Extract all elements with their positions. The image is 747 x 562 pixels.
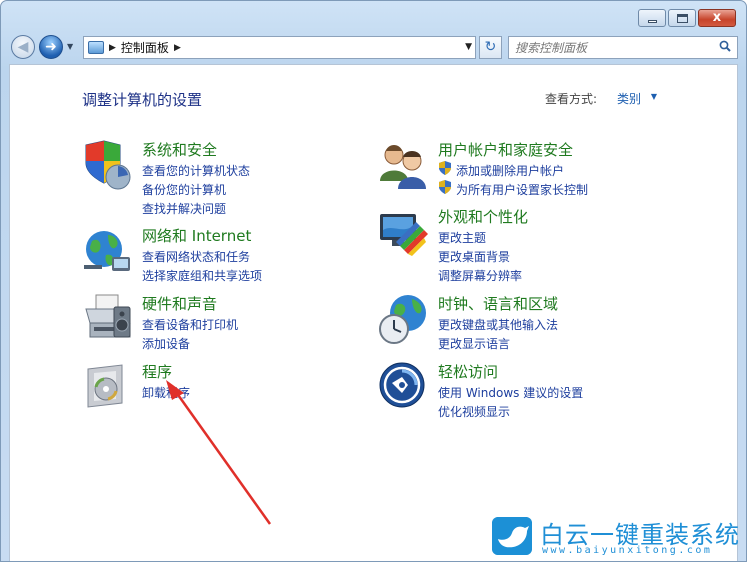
uac-shield-icon [439,161,451,175]
category-ease-of-access: 轻松访问 使用 Windows 建议的设置 优化视频显示 [378,361,678,421]
network-globe-icon[interactable] [82,225,134,277]
uac-shield-icon [439,180,451,194]
programs-icon[interactable] [82,361,134,413]
category-title-user-accounts[interactable]: 用户帐户和家庭安全 [438,139,573,160]
navigation-bar: ◀ ➜ ▼ ▶ 控制面板 ▶ ▼ ↻ [9,33,738,61]
watermark: 白云一键重装系统 www.baiyunxitong.com [492,513,742,559]
control-panel-content: 调整计算机的设置 查看方式: 类别 ▼ 系统和安全 查看您的计算机状态 备份您的… [9,64,738,561]
link-optimize-video-display[interactable]: 优化视频显示 [438,403,510,420]
viewby-label: 查看方式: [544,92,597,106]
caption-buttons: x [638,9,736,27]
link-parental-controls[interactable]: 为所有用户设置家长控制 [456,181,588,198]
category-appearance: 外观和个性化 更改主题 更改桌面背景 调整屏幕分辨率 [378,206,678,283]
link-add-remove-accounts[interactable]: 添加或删除用户帐户 [456,162,564,179]
window-frame: x ◀ ➜ ▼ ▶ 控制面板 ▶ ▼ ↻ 调整计算机的设置 查看方式: 类别 ▼ [0,0,747,562]
address-dropdown-icon[interactable]: ▼ [465,42,472,52]
link-homegroup-sharing[interactable]: 选择家庭组和共享选项 [142,267,262,284]
link-change-display-language[interactable]: 更改显示语言 [438,335,510,352]
forward-button[interactable]: ➜ [39,35,63,59]
user-accounts-icon[interactable] [378,139,430,191]
link-view-computer-status[interactable]: 查看您的计算机状态 [142,162,250,179]
breadcrumb-control-panel[interactable]: 控制面板 [121,39,169,56]
control-panel-icon [88,41,104,54]
system-security-icon[interactable] [82,139,134,191]
link-troubleshoot[interactable]: 查找并解决问题 [142,200,226,217]
appearance-icon[interactable] [378,206,430,258]
category-programs: 程序 卸载程序 [82,361,362,408]
breadcrumb-separator-icon[interactable]: ▶ [109,43,116,53]
watermark-bird-logo [492,517,532,555]
chevron-down-icon[interactable]: ▼ [651,92,657,101]
watermark-url: www.baiyunxitong.com [542,545,713,556]
maximize-icon [677,14,688,23]
link-devices-printers[interactable]: 查看设备和打印机 [142,316,238,333]
link-add-device[interactable]: 添加设备 [142,335,190,352]
link-change-desktop-background[interactable]: 更改桌面背景 [438,248,510,265]
category-title-network-internet[interactable]: 网络和 Internet [142,225,251,246]
category-title-appearance[interactable]: 外观和个性化 [438,206,528,227]
ease-of-access-icon[interactable] [378,361,430,413]
link-uninstall-program[interactable]: 卸载程序 [142,384,190,401]
printer-icon[interactable] [82,293,134,345]
link-change-keyboard[interactable]: 更改键盘或其他输入法 [438,316,558,333]
breadcrumb-separator-icon[interactable]: ▶ [174,43,181,53]
link-view-network-status[interactable]: 查看网络状态和任务 [142,248,250,265]
link-change-theme[interactable]: 更改主题 [438,229,486,246]
viewby-dropdown[interactable]: 类别 [617,90,641,107]
category-user-accounts: 用户帐户和家庭安全 添加或删除用户帐户 为所有用户设置家长控制 [378,139,678,199]
search-box[interactable] [508,36,738,59]
link-adjust-resolution[interactable]: 调整屏幕分辨率 [438,267,522,284]
address-bar[interactable]: ▶ 控制面板 ▶ ▼ [83,36,476,59]
refresh-button[interactable]: ↻ [479,36,502,59]
link-backup-computer[interactable]: 备份您的计算机 [142,181,226,198]
category-hardware-sound: 硬件和声音 查看设备和打印机 添加设备 [82,293,362,353]
link-windows-recommended-settings[interactable]: 使用 Windows 建议的设置 [438,384,583,401]
category-title-hardware-sound[interactable]: 硬件和声音 [142,293,217,314]
recent-pages-dropdown-icon[interactable]: ▼ [67,42,73,51]
category-title-system-security[interactable]: 系统和安全 [142,139,217,160]
category-system-security: 系统和安全 查看您的计算机状态 备份您的计算机 查找并解决问题 [82,139,362,216]
minimize-icon [648,20,657,23]
refresh-icon: ↻ [484,39,497,55]
category-network-internet: 网络和 Internet 查看网络状态和任务 选择家庭组和共享选项 [82,225,362,285]
close-button[interactable]: x [698,9,736,27]
back-button[interactable]: ◀ [11,35,35,59]
minimize-button[interactable] [638,9,666,27]
category-title-clock-language-region[interactable]: 时钟、语言和区域 [438,293,558,314]
category-title-ease-of-access[interactable]: 轻松访问 [438,361,498,382]
page-title: 调整计算机的设置 [82,91,203,109]
category-clock-language-region: 时钟、语言和区域 更改键盘或其他输入法 更改显示语言 [378,293,678,353]
category-title-programs[interactable]: 程序 [142,361,172,382]
search-input[interactable] [509,37,709,59]
clock-globe-icon[interactable] [378,293,430,345]
close-icon: x [712,10,722,25]
search-icon[interactable] [719,40,731,52]
maximize-button[interactable] [668,9,696,27]
